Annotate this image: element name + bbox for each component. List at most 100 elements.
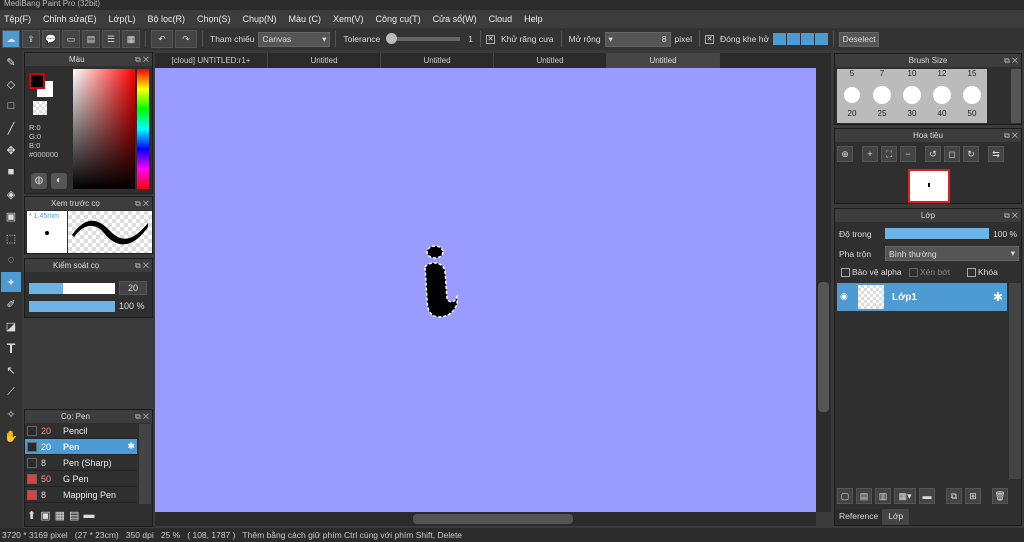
folder-icon[interactable]: ▬ bbox=[919, 488, 935, 504]
brush-size-slider[interactable] bbox=[29, 283, 115, 294]
menu-file[interactable]: Tệp(F) bbox=[2, 14, 37, 24]
panel-menu-icon[interactable]: ⧉ ✕ bbox=[1004, 209, 1018, 222]
redo-icon[interactable]: ↷ bbox=[175, 30, 197, 48]
size-option[interactable] bbox=[957, 86, 987, 104]
duplicate-layer-icon[interactable]: ⧉ bbox=[946, 488, 962, 504]
gap-level-4[interactable] bbox=[815, 33, 829, 45]
menu-select[interactable]: Chọn(S) bbox=[191, 14, 237, 24]
saturation-value-picker[interactable] bbox=[73, 69, 135, 189]
gradient-icon[interactable]: ▣ bbox=[1, 206, 21, 226]
drawing-canvas[interactable] bbox=[155, 68, 816, 512]
layer-list-scrollbar[interactable] bbox=[1009, 283, 1021, 479]
protect-alpha-option[interactable]: Bảo vệ alpha bbox=[841, 267, 902, 277]
brush-folder-icon[interactable]: ▬ bbox=[83, 509, 94, 521]
menu-layer[interactable]: Lớp(L) bbox=[103, 14, 142, 24]
visibility-eye-icon[interactable]: ◉ bbox=[840, 291, 852, 303]
hand-icon[interactable]: ✋ bbox=[1, 426, 21, 446]
zoom-fit-icon[interactable]: ⊕ bbox=[837, 146, 853, 162]
add-brush-icon[interactable]: ⬆ bbox=[27, 509, 36, 522]
brush-item-selected[interactable]: 20 Pen ✱ bbox=[25, 439, 137, 455]
tab-untitled-2[interactable]: Untitled bbox=[381, 53, 494, 68]
tab-reference[interactable]: Reference bbox=[835, 509, 883, 525]
brush-item[interactable]: 50 G Pen bbox=[25, 471, 137, 487]
menu-capture[interactable]: Chụp(N) bbox=[237, 14, 283, 24]
select-eraser-icon[interactable]: ◪ bbox=[1, 316, 21, 336]
tolerance-slider[interactable] bbox=[386, 33, 461, 44]
gap-level-3[interactable] bbox=[801, 33, 815, 45]
gap-level-2[interactable] bbox=[787, 33, 801, 45]
horizontal-scroll-thumb[interactable] bbox=[413, 514, 573, 524]
flip-icon[interactable]: ⇆ bbox=[988, 146, 1004, 162]
panel-menu-icon[interactable]: ⧉ ✕ bbox=[135, 410, 149, 423]
gear-icon[interactable]: ✱ bbox=[993, 290, 1007, 304]
select-rect-icon[interactable]: ⬚ bbox=[1, 228, 21, 248]
size-option[interactable] bbox=[897, 86, 927, 104]
brush-opacity-slider[interactable] bbox=[29, 301, 115, 312]
panel-menu-icon[interactable]: ⧉ ✕ bbox=[135, 259, 149, 272]
layer-row[interactable]: ◉ Lớp1 ✱ bbox=[837, 283, 1007, 311]
new-8bit-layer-icon[interactable]: ▥ bbox=[875, 488, 891, 504]
bucket-icon[interactable]: ◈ bbox=[1, 184, 21, 204]
tab-untitled-1[interactable]: Untitled bbox=[268, 53, 381, 68]
navigator-thumbnail[interactable] bbox=[908, 169, 950, 203]
trash-icon[interactable]: 🗑 bbox=[992, 488, 1008, 504]
dropper-icon[interactable]: ⟋ bbox=[1, 382, 21, 402]
brush-list-scrollbar[interactable] bbox=[139, 424, 151, 504]
deselect-button[interactable]: Deselect bbox=[839, 31, 880, 47]
new-layer-icon[interactable]: ▢ bbox=[837, 488, 853, 504]
panel-menu-icon[interactable]: ⧉ ✕ bbox=[1004, 54, 1018, 67]
brush-item[interactable]: 8 Pen (Sharp) bbox=[25, 455, 137, 471]
hue-slider[interactable] bbox=[137, 69, 149, 189]
menu-filter[interactable]: Bộ lọc(R) bbox=[141, 14, 191, 24]
lasso-icon[interactable]: ◌ bbox=[1, 250, 21, 270]
tab-cloud-untitled[interactable]: [cloud] UNTITLED:r1+ bbox=[155, 53, 268, 68]
reference-select[interactable]: Canvas ▾ bbox=[258, 31, 331, 47]
close-gap-checkbox[interactable]: ✕ bbox=[705, 34, 715, 44]
expand-input[interactable]: ▾ 8 bbox=[604, 31, 671, 47]
blend-mode-select[interactable]: Bình thường ▾ bbox=[885, 246, 1019, 261]
canvas-vertical-scrollbar[interactable] bbox=[816, 68, 831, 512]
brush-settings-icon[interactable]: ▣ bbox=[40, 509, 50, 522]
menu-view[interactable]: Xem(V) bbox=[327, 14, 370, 24]
gap-level-selector[interactable] bbox=[773, 33, 829, 45]
zoom-in-icon[interactable]: + bbox=[862, 146, 878, 162]
panel-menu-icon[interactable]: ⧉ ✕ bbox=[135, 197, 149, 210]
primary-color-swatch[interactable] bbox=[29, 73, 45, 89]
size-option[interactable] bbox=[867, 86, 897, 104]
brush-size-value[interactable]: 20 bbox=[119, 281, 147, 295]
gear-icon[interactable]: ✱ bbox=[127, 441, 137, 452]
palette-icon[interactable]: ◍ bbox=[31, 173, 47, 189]
grid-icon[interactable]: ▦ bbox=[122, 30, 140, 48]
magic-wand-icon[interactable]: ✦ bbox=[1, 272, 21, 292]
tab-layer[interactable]: Lớp bbox=[882, 509, 910, 525]
actual-size-icon[interactable]: ◻ bbox=[944, 146, 960, 162]
brush-icon[interactable]: ✎ bbox=[1, 52, 21, 72]
vertical-scroll-thumb[interactable] bbox=[818, 282, 829, 412]
clipping-checkbox[interactable] bbox=[909, 267, 918, 277]
tab-untitled-4[interactable]: Untitled bbox=[607, 53, 720, 68]
line-icon[interactable]: ╱ bbox=[1, 118, 21, 138]
brush-import-icon[interactable]: ▦ bbox=[55, 509, 65, 522]
protect-alpha-checkbox[interactable] bbox=[841, 267, 850, 277]
select-pen-icon[interactable]: ✐ bbox=[1, 294, 21, 314]
layer-opacity-slider[interactable] bbox=[885, 228, 989, 239]
tab-untitled-3[interactable]: Untitled bbox=[494, 53, 607, 68]
brush-item[interactable]: 8 Mapping Pen bbox=[25, 487, 137, 503]
blur-icon[interactable]: ✧ bbox=[1, 404, 21, 424]
menu-edit[interactable]: Chỉnh sửa(E) bbox=[37, 14, 103, 24]
undo-icon[interactable]: ↶ bbox=[151, 30, 173, 48]
add-layer-menu-icon[interactable]: ▦▾ bbox=[894, 488, 916, 504]
menu-window[interactable]: Cửa sổ(W) bbox=[427, 14, 483, 24]
lock-option[interactable]: Khóa bbox=[967, 267, 998, 277]
size-option[interactable] bbox=[837, 87, 867, 103]
gap-level-1[interactable] bbox=[773, 33, 787, 45]
share-icon[interactable]: ⇪ bbox=[22, 30, 40, 48]
menu-tools[interactable]: Công cụ(T) bbox=[370, 14, 427, 24]
clipping-option[interactable]: Xén bớt bbox=[909, 267, 950, 277]
fit-window-icon[interactable]: ⛶ bbox=[881, 146, 897, 162]
fill-rect-icon[interactable]: ■ bbox=[1, 162, 21, 182]
menu-cloud[interactable]: Cloud bbox=[483, 14, 519, 24]
brush-item[interactable]: 20 Pencil bbox=[25, 423, 137, 439]
rotate-left-icon[interactable]: ↺ bbox=[925, 146, 941, 162]
move-icon[interactable]: ✥ bbox=[1, 140, 21, 160]
